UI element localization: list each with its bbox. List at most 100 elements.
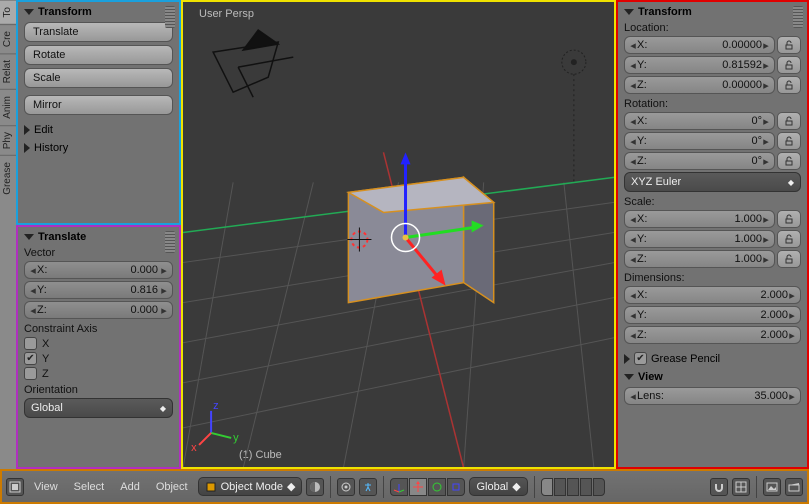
vector-label: Vector (24, 247, 173, 259)
scale-button[interactable]: Scale (24, 68, 173, 88)
layer-1[interactable] (541, 478, 553, 496)
chevron-down-icon (624, 374, 634, 380)
clapperboard-icon[interactable] (785, 478, 803, 496)
panel-grip[interactable] (165, 231, 175, 253)
scale-y-field[interactable]: ◂Y:1.000▸ (624, 230, 775, 248)
n-transform-header[interactable]: Transform (624, 6, 801, 18)
grease-pencil-header[interactable]: Grease Pencil (624, 352, 801, 365)
vtab-animation[interactable]: Anim (0, 89, 16, 125)
vtab-grease[interactable]: Grease (0, 155, 16, 201)
dim-x-field[interactable]: ◂X:2.000▸ (624, 286, 801, 304)
scale-z-lock[interactable] (777, 250, 801, 268)
transform-orientation-dropdown[interactable]: Global◆ (469, 477, 527, 496)
axis-mini-icon: z y x (191, 400, 239, 454)
rot-x-field[interactable]: ◂X:0°▸ (624, 112, 775, 130)
panel-grip[interactable] (165, 6, 175, 28)
constraint-y-checkbox[interactable] (24, 352, 37, 365)
rotation-label: Rotation: (624, 98, 801, 110)
scale-y-lock[interactable] (777, 230, 801, 248)
history-header[interactable]: History (24, 142, 173, 154)
edit-header[interactable]: Edit (24, 124, 173, 136)
snap-icon[interactable] (710, 478, 728, 496)
viewport-3d[interactable]: User Persp (1) Cube (181, 0, 616, 469)
pivot-dropdown[interactable] (337, 478, 355, 496)
manipulator-toggles (390, 478, 465, 496)
rotation-mode-dropdown[interactable]: XYZ Euler◆ (624, 172, 801, 192)
manip-scale-icon[interactable] (447, 478, 465, 496)
transform-header[interactable]: Transform (24, 6, 173, 18)
constraint-label: Constraint Axis (24, 323, 173, 335)
vector-y-field[interactable]: ◂Y:0.816▸ (24, 281, 173, 299)
loc-x-field[interactable]: ◂X:0.00000▸ (624, 36, 775, 54)
rot-y-lock[interactable] (777, 132, 801, 150)
pose-icon[interactable] (359, 478, 377, 496)
scale-label: Scale: (624, 196, 801, 208)
tool-tabs: To Cre Relat Anim Phy Grease (0, 0, 16, 469)
layer-4[interactable] (580, 478, 592, 496)
constraint-x-checkbox[interactable] (24, 337, 37, 350)
scale-x-lock[interactable] (777, 210, 801, 228)
loc-z-field[interactable]: ◂Z:0.00000▸ (624, 76, 775, 94)
manip-rotate-icon[interactable] (428, 478, 446, 496)
orientation-dropdown[interactable]: Global◆ (24, 398, 173, 418)
panel-grip[interactable] (793, 6, 803, 28)
dim-z-field[interactable]: ◂Z:2.000▸ (624, 326, 801, 344)
rot-y-field[interactable]: ◂Y:0°▸ (624, 132, 775, 150)
svg-text:y: y (233, 432, 239, 444)
chevron-down-icon (624, 9, 634, 15)
vtab-relations[interactable]: Relat (0, 53, 16, 89)
properties-panel: Transform Location: ◂X:0.00000▸ ◂Y:0.815… (616, 0, 809, 469)
rot-x-lock[interactable] (777, 112, 801, 130)
loc-y-field[interactable]: ◂Y:0.81592▸ (624, 56, 775, 74)
translate-button[interactable]: Translate (24, 22, 173, 42)
camera-icon (213, 30, 293, 97)
rotate-button[interactable]: Rotate (24, 45, 173, 65)
shading-dropdown[interactable] (306, 478, 324, 496)
translate-op-header[interactable]: Translate (24, 231, 173, 243)
location-label: Location: (624, 22, 801, 34)
lamp-icon (562, 50, 586, 182)
mirror-button[interactable]: Mirror (24, 95, 173, 115)
constraint-z-checkbox[interactable] (24, 367, 37, 380)
render-preview-icon[interactable] (763, 478, 781, 496)
svg-text:z: z (213, 400, 219, 412)
vector-z-field[interactable]: ◂Z:0.000▸ (24, 301, 173, 319)
viewport-canvas: z y x (183, 2, 614, 467)
layer-3[interactable] (567, 478, 579, 496)
tool-shelf: Transform Translate Rotate Scale Mirror … (16, 0, 181, 225)
chevron-right-icon (24, 143, 30, 153)
object-menu[interactable]: Object (150, 479, 194, 495)
vtab-physics[interactable]: Phy (0, 125, 16, 155)
manip-translate-icon[interactable] (409, 478, 427, 496)
vtab-tools[interactable]: To (0, 0, 16, 24)
editor-type-icon[interactable] (6, 478, 24, 496)
mode-dropdown[interactable]: Object Mode◆ (198, 477, 303, 496)
cube-icon (205, 481, 217, 493)
loc-z-lock[interactable] (777, 76, 801, 94)
scale-x-field[interactable]: ◂X:1.000▸ (624, 210, 775, 228)
vtab-create[interactable]: Cre (0, 24, 16, 53)
lens-field[interactable]: ◂Lens:35.000▸ (624, 387, 801, 405)
loc-y-lock[interactable] (777, 56, 801, 74)
grease-pencil-checkbox[interactable] (634, 352, 647, 365)
view-header[interactable]: View (624, 371, 801, 383)
manip-enable-icon[interactable] (390, 478, 408, 496)
loc-x-lock[interactable] (777, 36, 801, 54)
select-menu[interactable]: Select (68, 479, 111, 495)
vector-x-field[interactable]: ◂X:0.000▸ (24, 261, 173, 279)
add-menu[interactable]: Add (114, 479, 146, 495)
scale-z-field[interactable]: ◂Z:1.000▸ (624, 250, 775, 268)
chevron-down-icon (24, 234, 34, 240)
view-menu[interactable]: View (28, 479, 64, 495)
dim-y-field[interactable]: ◂Y:2.000▸ (624, 306, 801, 324)
translate-op-title: Translate (38, 231, 86, 243)
operator-panel: Translate Vector ◂X:0.000▸ ◂Y:0.816▸ ◂Z:… (16, 225, 181, 469)
rot-z-field[interactable]: ◂Z:0°▸ (624, 152, 775, 170)
rot-z-lock[interactable] (777, 152, 801, 170)
layer-2[interactable] (554, 478, 566, 496)
viewport-header: View Select Add Object Object Mode◆ Glob… (0, 469, 809, 504)
layer-buttons (541, 478, 605, 496)
chevron-right-icon (624, 354, 630, 364)
layer-5[interactable] (593, 478, 605, 496)
snap-type-icon[interactable] (732, 478, 750, 496)
